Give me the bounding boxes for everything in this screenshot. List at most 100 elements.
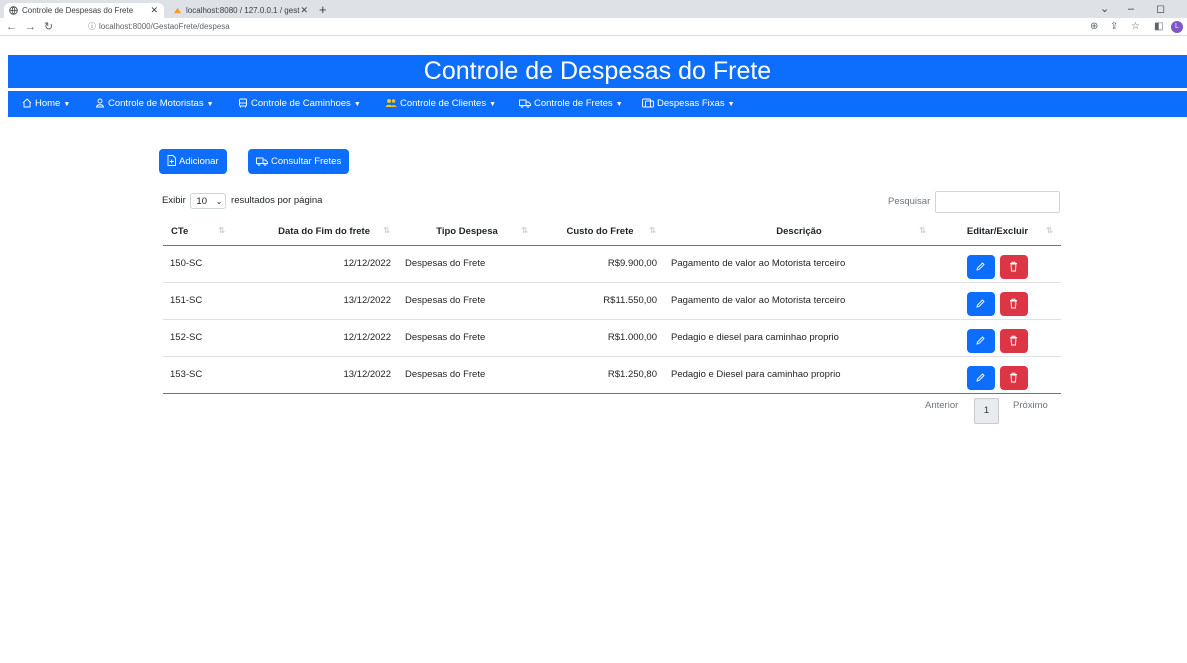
add-button[interactable]: Adicionar (159, 149, 227, 174)
side-panel-icon[interactable]: ◧ (1154, 19, 1163, 35)
pencil-icon (976, 298, 985, 308)
browser-tab-strip: Controle de Despesas do Frete ✕ localhos… (0, 0, 1187, 18)
nav-caminhoes[interactable]: Controle de Caminhoes ▼ (238, 91, 361, 117)
nav-clientes[interactable]: Controle de Clientes ▼ (385, 91, 496, 117)
nav-despesas-fixas[interactable]: Despesas Fixas ▼ (642, 91, 735, 117)
cell-type: Despesas do Frete (398, 245, 536, 283)
cell-actions (934, 319, 1061, 357)
cell-type: Despesas do Frete (398, 356, 536, 394)
delete-button[interactable] (1000, 365, 1028, 390)
column-header-description[interactable]: Descrição ⇅ (664, 218, 934, 246)
url-text: localhost:8000/GestaoFrete/despesa (99, 22, 230, 31)
truck-icon (256, 157, 268, 166)
edit-button[interactable] (967, 291, 995, 316)
cell-date: 12/12/2022 (233, 319, 398, 357)
phpmyadmin-icon (173, 7, 182, 14)
caret-down-icon: ▼ (353, 101, 361, 108)
trash-icon (1010, 335, 1017, 345)
sort-icon: ⇅ (1046, 226, 1053, 235)
column-header-type[interactable]: Tipo Despesa ⇅ (398, 218, 536, 246)
close-tab-icon[interactable]: ✕ (300, 3, 308, 18)
house-icon (22, 98, 32, 108)
receipt-icon (642, 98, 654, 108)
browser-tab[interactable]: localhost:8080 / 127.0.0.1 / gest ✕ (168, 3, 314, 18)
caret-down-icon: ▼ (63, 101, 71, 108)
nav-fretes-label: Controle de Fretes (534, 98, 613, 109)
delete-button[interactable] (1000, 254, 1028, 279)
caret-down-icon: ▼ (727, 101, 735, 108)
nav-motoristas[interactable]: Controle de Motoristas ▼ (95, 91, 214, 117)
table-row: 151-SC 13/12/2022 Despesas do Frete R$11… (163, 282, 1061, 320)
column-header-cost[interactable]: Custo do Frete ⇅ (536, 218, 664, 246)
nav-home[interactable]: Home ▼ (22, 91, 70, 117)
sort-icon: ⇅ (919, 226, 926, 235)
nav-fretes[interactable]: Controle de Fretes ▼ (519, 91, 623, 117)
browser-tab-active[interactable]: Controle de Despesas do Frete ✕ (4, 3, 164, 18)
globe-icon (9, 6, 18, 15)
cell-type: Despesas do Frete (398, 319, 536, 357)
zoom-icon[interactable]: ⊕ (1090, 19, 1098, 35)
table-header-row: CTe ⇅ Data do Fim do frete ⇅ Tipo Despesa ⇅… (163, 218, 1061, 246)
trash-icon (1010, 372, 1017, 382)
new-tab-icon[interactable]: + (319, 2, 327, 17)
table-row: 150-SC 12/12/2022 Despesas do Frete R$9.… (163, 245, 1061, 283)
chevron-down-icon: ⌄ (215, 197, 223, 206)
column-header-actions[interactable]: Editar/Excluir ⇅ (934, 218, 1061, 246)
cell-date: 13/12/2022 (233, 356, 398, 394)
pagination-previous[interactable]: Anterior (925, 400, 958, 411)
reload-icon[interactable]: ↻ (44, 19, 53, 35)
query-freights-button[interactable]: Consultar Fretes (248, 149, 350, 174)
url-field[interactable]: ⓘ localhost:8000/GestaoFrete/despesa (88, 20, 230, 34)
pagination-current-page[interactable]: 1 (974, 398, 999, 424)
delete-button[interactable] (1000, 291, 1028, 316)
search-input[interactable] (935, 191, 1060, 213)
edit-button[interactable] (967, 328, 995, 353)
info-icon[interactable]: ⓘ (88, 22, 96, 31)
minimize-icon[interactable]: – (1128, 2, 1134, 16)
pagination-next[interactable]: Próximo (1013, 400, 1048, 411)
expenses-table: CTe ⇅ Data do Fim do frete ⇅ Tipo Despesa ⇅… (163, 218, 1061, 394)
truck-front-icon (239, 98, 247, 108)
nav-despesas-fixas-label: Despesas Fixas (657, 98, 725, 109)
cell-cost: R$9.900,00 (536, 245, 664, 283)
column-header-date[interactable]: Data do Fim do frete ⇅ (233, 218, 398, 246)
page-length-control: Exibir 10 ⌄ resultados por página (162, 193, 322, 209)
pencil-icon (976, 372, 985, 382)
cell-date: 12/12/2022 (233, 245, 398, 283)
cell-cte: 151-SC (163, 282, 233, 320)
close-tab-icon[interactable]: ✕ (150, 3, 158, 18)
cell-cte: 152-SC (163, 319, 233, 357)
page-length-value: 10 (196, 196, 207, 207)
back-icon[interactable]: ← (6, 19, 17, 35)
cell-cte: 153-SC (163, 356, 233, 394)
nav-motoristas-label: Controle de Motoristas (108, 98, 204, 109)
share-icon[interactable]: ⇪ (1110, 19, 1118, 35)
edit-button[interactable] (967, 254, 995, 279)
sort-icon: ⇅ (218, 226, 225, 235)
caret-down-icon: ▼ (615, 101, 623, 108)
browser-tab-title: Controle de Despesas do Frete (22, 6, 134, 15)
tab-search-icon[interactable]: ⌄ (1100, 2, 1109, 16)
nav-home-label: Home (35, 98, 61, 109)
cell-description: Pedagio e Diesel para caminhao proprio (664, 356, 934, 394)
profile-avatar[interactable]: L (1171, 21, 1183, 33)
truck-icon (519, 99, 531, 108)
cell-cost: R$1.250,80 (536, 356, 664, 394)
cell-description: Pagamento de valor ao Motorista terceiro (664, 245, 934, 283)
cell-actions (934, 356, 1061, 394)
show-prefix: Exibir (162, 195, 186, 206)
pencil-icon (976, 261, 985, 271)
table-row: 152-SC 12/12/2022 Despesas do Frete R$1.… (163, 319, 1061, 357)
trash-icon (1010, 261, 1017, 271)
bookmark-star-icon[interactable]: ☆ (1131, 19, 1140, 35)
edit-button[interactable] (967, 365, 995, 390)
forward-icon[interactable]: → (25, 19, 36, 35)
cell-cost: R$1.000,00 (536, 319, 664, 357)
delete-button[interactable] (1000, 328, 1028, 353)
address-bar: ← → ↻ ⓘ localhost:8000/GestaoFrete/despes… (0, 18, 1187, 36)
table-row: 153-SC 13/12/2022 Despesas do Frete R$1.… (163, 356, 1061, 394)
column-header-cte[interactable]: CTe ⇅ (163, 218, 233, 246)
page-length-select[interactable]: 10 ⌄ (190, 193, 227, 209)
restore-icon[interactable]: ◻ (1156, 2, 1165, 16)
file-plus-icon (167, 155, 176, 166)
